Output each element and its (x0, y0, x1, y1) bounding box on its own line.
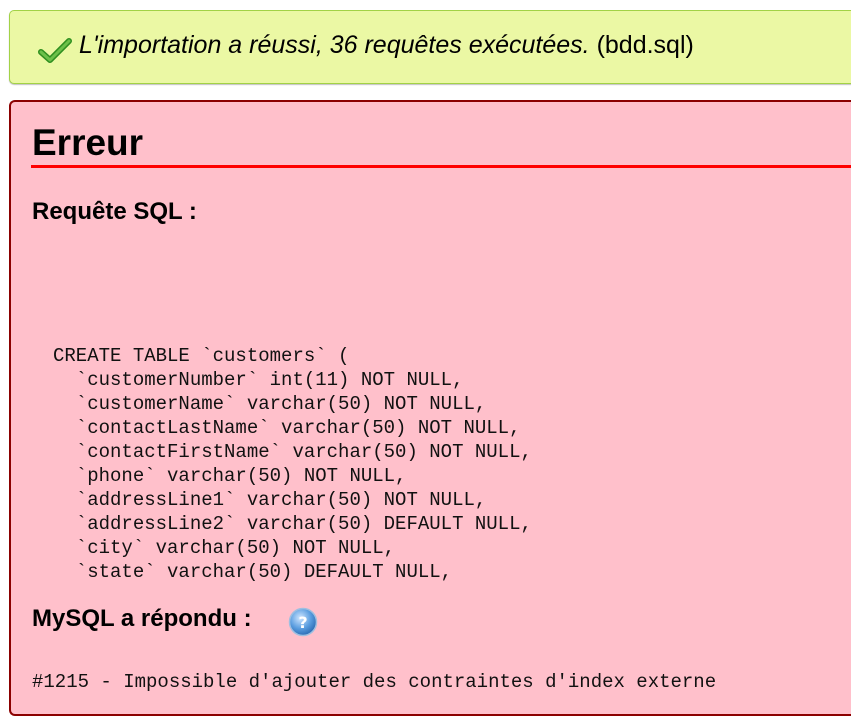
success-text: L'importation a réussi, 36 requêtes exéc… (79, 31, 590, 59)
success-message: L'importation a réussi, 36 requêtes exéc… (79, 31, 694, 60)
mysql-response-label: MySQL a répondu : (32, 605, 252, 632)
sql-query-label: Requête SQL : (32, 198, 197, 225)
help-icon[interactable]: ? (288, 607, 318, 637)
sql-line: `state` varchar(50) DEFAULT NULL, (53, 561, 453, 583)
mysql-response-text: #1215 - Impossible d'ajouter des contrai… (32, 671, 717, 693)
error-panel: Erreur Requête SQL : CREATE TABLE `custo… (9, 100, 851, 716)
success-file: (bdd.sql) (596, 31, 694, 59)
sql-line: `addressLine2` varchar(50) DEFAULT NULL, (53, 513, 532, 535)
import-success-notice: L'importation a réussi, 36 requêtes exéc… (9, 10, 851, 84)
sql-line: `contactFirstName` varchar(50) NOT NULL, (53, 441, 532, 463)
error-title-rule (31, 165, 851, 168)
sql-line: `customerName` varchar(50) NOT NULL, (53, 393, 487, 415)
sql-line: `city` varchar(50) NOT NULL, (53, 537, 396, 559)
sql-line: `addressLine1` varchar(50) NOT NULL, (53, 489, 487, 511)
sql-line: `phone` varchar(50) NOT NULL, (53, 465, 407, 487)
sql-line: `customerNumber` int(11) NOT NULL, (53, 369, 464, 391)
checkmark-icon (38, 38, 72, 63)
error-title: Erreur (32, 122, 144, 163)
sql-line: CREATE TABLE `customers` ( (53, 345, 350, 367)
sql-line: `contactLastName` varchar(50) NOT NULL, (53, 417, 521, 439)
svg-text:?: ? (298, 613, 307, 632)
sql-query-code: CREATE TABLE `customers` ( `customerNumb… (53, 344, 532, 584)
